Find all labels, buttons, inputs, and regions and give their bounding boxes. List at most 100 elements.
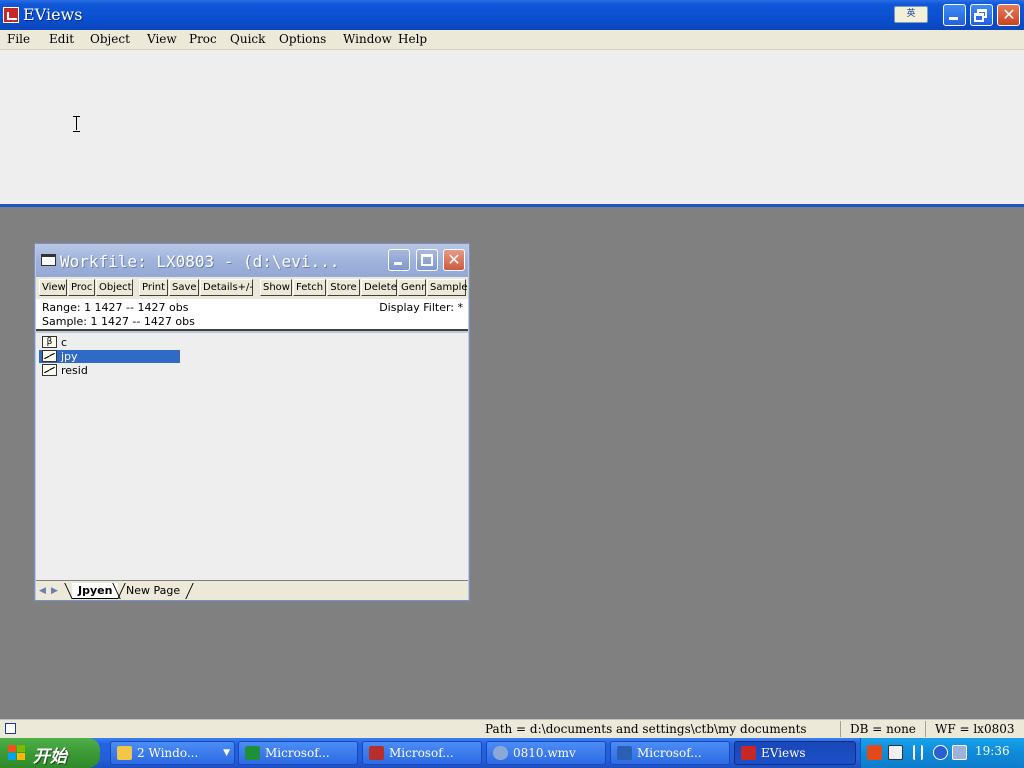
start-button[interactable]: 开始 xyxy=(0,738,100,768)
close-icon: ✕ xyxy=(447,250,461,269)
menu-bar: File Edit Object View Proc Quick Options… xyxy=(0,30,1024,50)
toolbar-genr-button[interactable]: Genr xyxy=(398,279,426,296)
menu-window[interactable]: Window xyxy=(342,32,393,46)
tab-scroll-right-icon[interactable]: ▶ xyxy=(51,586,59,596)
object-item-resid[interactable]: resid xyxy=(39,364,180,377)
workfile-maximize-button[interactable] xyxy=(416,249,438,271)
workfile-window[interactable]: Workfile: LX0803 - (d:\evi... ✕ View Pro… xyxy=(34,243,470,601)
display-filter[interactable]: Display Filter: * xyxy=(379,301,463,314)
workfile-minimize-button[interactable] xyxy=(388,249,410,271)
eviews-app-icon[interactable] xyxy=(3,7,19,23)
folder-icon xyxy=(117,746,132,760)
workfile-window-icon[interactable] xyxy=(41,254,56,266)
menu-options[interactable]: Options xyxy=(278,32,327,46)
workfile-toolbar: View Proc Object Print Save Details+/- S… xyxy=(36,277,468,299)
maximize-icon xyxy=(421,254,433,266)
workfile-object-list[interactable]: β c jpy resid xyxy=(36,333,468,580)
close-button[interactable]: ✕ xyxy=(997,4,1020,26)
access-icon xyxy=(369,746,384,760)
coefficient-icon: β xyxy=(42,336,57,348)
toolbar-fetch-button[interactable]: Fetch xyxy=(293,279,326,296)
object-name: resid xyxy=(61,364,88,377)
toolbar-show-button[interactable]: Show xyxy=(260,279,292,296)
menu-quick[interactable]: Quick xyxy=(229,32,266,46)
workfile-page-tabs: ◀ ▶ Jpyen New Page xyxy=(36,580,468,600)
toolbar-save-button[interactable]: Save xyxy=(169,279,199,296)
object-name: jpy xyxy=(61,350,78,363)
menu-proc[interactable]: Proc xyxy=(188,32,218,46)
toolbar-view-button[interactable]: View xyxy=(39,279,67,296)
workfile-title: Workfile: LX0803 - (d:\evi... xyxy=(60,252,340,271)
chevron-down-icon: ▼ xyxy=(223,748,230,758)
object-item-jpy[interactable]: jpy xyxy=(39,350,180,363)
toolbar-object-button[interactable]: Object xyxy=(96,279,133,296)
status-bar: Path = d:\documents and settings\ctb\my … xyxy=(0,719,1024,738)
taskbar-item-label: 2 Windo... xyxy=(137,746,199,760)
eviews-icon xyxy=(741,746,756,760)
toolbar-sample-button[interactable]: Sample xyxy=(427,279,468,296)
minimize-icon xyxy=(394,262,402,265)
taskbar-clock[interactable]: 19:36 xyxy=(975,744,1010,758)
taskbar-item-label: Microsof... xyxy=(265,746,330,760)
excel-icon xyxy=(245,746,260,760)
media-player-icon xyxy=(493,746,508,760)
help-icon[interactable] xyxy=(888,745,903,760)
status-divider xyxy=(925,721,926,737)
close-icon: ✕ xyxy=(1002,5,1016,24)
tray-app-icon[interactable] xyxy=(867,745,882,760)
workfile-close-button[interactable]: ✕ xyxy=(443,249,465,271)
toolbar-store-button[interactable]: Store xyxy=(327,279,360,296)
taskbar-item-access[interactable]: Microsof... xyxy=(362,741,482,765)
system-tray: 19:36 xyxy=(860,738,1024,768)
series-icon xyxy=(42,350,57,362)
taskbar-item-media-player[interactable]: 0810.wmv xyxy=(486,741,606,765)
tab-scroll-left-icon[interactable]: ◀ xyxy=(39,586,47,596)
toolbar-delete-button[interactable]: Delete xyxy=(361,279,397,296)
command-window[interactable] xyxy=(0,50,1024,204)
object-name: c xyxy=(61,336,68,349)
network-icon[interactable] xyxy=(952,745,967,760)
word-icon xyxy=(617,746,632,760)
toolbar-print-button[interactable]: Print xyxy=(139,279,168,296)
menu-view[interactable]: View xyxy=(146,32,178,46)
text-cursor-icon xyxy=(72,116,81,132)
workfile-title-bar[interactable]: Workfile: LX0803 - (d:\evi... ✕ xyxy=(36,245,468,277)
status-db: DB = none xyxy=(850,722,916,736)
start-label: 开始 xyxy=(33,747,67,767)
menu-help[interactable]: Help xyxy=(397,32,428,46)
windows-flag-icon xyxy=(8,745,26,761)
tray-network-icon[interactable] xyxy=(913,745,923,760)
taskbar-item-label: 0810.wmv xyxy=(513,746,576,760)
minimize-button[interactable] xyxy=(943,4,966,26)
series-icon xyxy=(42,364,57,376)
status-wf: WF = lx0803 xyxy=(935,722,1015,736)
restore-button[interactable] xyxy=(970,4,993,26)
ime-language-icon[interactable]: 英 xyxy=(894,6,928,23)
status-checkbox[interactable] xyxy=(5,723,16,734)
taskbar-item-word[interactable]: Microsof... xyxy=(610,741,730,765)
status-divider xyxy=(840,721,841,737)
workfile-sample[interactable]: Sample: 1 1427 -- 1427 obs xyxy=(42,315,195,328)
status-path: Path = d:\documents and settings\ctb\my … xyxy=(485,722,807,736)
taskbar: 开始 2 Windo... ▼ Microsof... Microsof... … xyxy=(0,738,1024,768)
menu-file[interactable]: File xyxy=(6,32,31,46)
taskbar-item-label: EViews xyxy=(761,746,806,760)
app-title-bar[interactable]: EViews 英 ✕ xyxy=(0,0,1024,30)
tab-jpyen[interactable]: Jpyen xyxy=(72,583,119,599)
toolbar-details-button[interactable]: Details+/- xyxy=(200,279,253,296)
taskbar-item-windows-explorer[interactable]: 2 Windo... ▼ xyxy=(110,741,235,765)
taskbar-item-label: Microsof... xyxy=(637,746,702,760)
taskbar-item-eviews[interactable]: EViews xyxy=(734,741,856,765)
chevron-left-icon[interactable] xyxy=(933,745,948,760)
workfile-info-panel: Range: 1 1427 -- 1427 obs Sample: 1 1427… xyxy=(36,299,468,331)
toolbar-proc-button[interactable]: Proc xyxy=(68,279,95,296)
object-item-c[interactable]: β c xyxy=(39,336,180,349)
app-title: EViews xyxy=(23,5,83,24)
minimize-icon xyxy=(949,17,958,20)
menu-object[interactable]: Object xyxy=(89,32,131,46)
tab-new-page[interactable]: New Page xyxy=(120,583,186,599)
taskbar-item-label: Microsof... xyxy=(389,746,454,760)
workfile-range[interactable]: Range: 1 1427 -- 1427 obs xyxy=(42,301,188,314)
taskbar-item-excel[interactable]: Microsof... xyxy=(238,741,358,765)
menu-edit[interactable]: Edit xyxy=(48,32,75,46)
